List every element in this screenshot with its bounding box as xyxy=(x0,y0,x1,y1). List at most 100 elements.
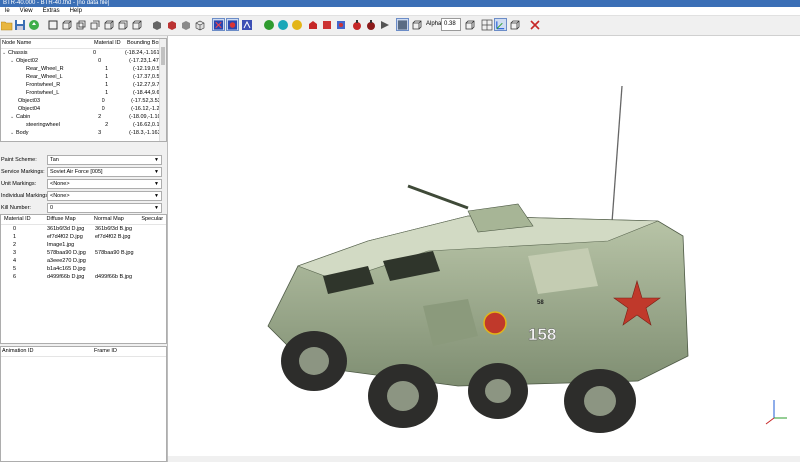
paint-red-icon[interactable] xyxy=(306,18,319,31)
tree-col-material-id[interactable]: Material ID xyxy=(93,39,126,48)
rear-wheel-left xyxy=(468,363,528,419)
refresh-icon[interactable] xyxy=(27,18,40,31)
rear-wheel-right xyxy=(564,369,636,433)
material-row[interactable]: 3 578baa90 D.jpg 578baa90 B.jpg xyxy=(1,249,166,257)
menu-file[interactable]: le xyxy=(0,7,15,15)
tree-row[interactable]: Object04 0 (-16.12,-1.208, xyxy=(1,105,166,113)
unit-markings-row: Unit Markings: <None> ▼ xyxy=(0,178,167,190)
tree-col-node-name[interactable]: Node Name xyxy=(1,39,93,48)
tree-node-material: 1 xyxy=(105,74,109,80)
tree-row[interactable]: Rear_Wheel_L1(-17.37,0.5577, xyxy=(1,73,166,81)
3d-viewport[interactable]: 158 58 xyxy=(168,36,800,462)
view-front-icon[interactable] xyxy=(46,18,59,31)
diffuse-map: d499f66b D.jpg xyxy=(47,274,85,280)
delete-icon[interactable] xyxy=(528,18,541,31)
bomb-red-icon[interactable] xyxy=(350,18,363,31)
paint-blue-icon[interactable] xyxy=(334,18,347,31)
axis-icon[interactable] xyxy=(494,18,507,31)
kill-number-select[interactable]: 0 ▼ xyxy=(47,203,162,213)
view-bottom-icon[interactable] xyxy=(116,18,129,31)
unit-markings-label: Unit Markings: xyxy=(1,181,37,187)
tree-row[interactable]: ⌄ Chassis 0 (-18.24,-1.161, xyxy=(1,49,166,57)
model-render: 158 58 xyxy=(267,85,787,433)
normals-icon[interactable] xyxy=(240,18,253,31)
tree-node-label: steeringwheel xyxy=(26,122,60,128)
save-icon[interactable] xyxy=(13,18,26,31)
anim-col-animation-id[interactable]: Animation ID xyxy=(1,347,93,356)
service-markings-row: Service Markings: Soviet Air Force [005]… xyxy=(0,166,167,178)
service-markings-select[interactable]: Soviet Air Force [005] ▼ xyxy=(47,167,162,177)
tree-row[interactable]: Frontwheel_L1(-18.44,9.685,1 xyxy=(1,89,166,97)
viewport-scrollbar[interactable] xyxy=(168,456,800,462)
cube-dark-icon[interactable] xyxy=(150,18,163,31)
kill-number-row: Kill Number: 0 ▼ xyxy=(0,202,167,214)
tree-node-material: 3 xyxy=(98,130,102,136)
cube-outline-icon[interactable] xyxy=(193,18,206,31)
tree-row[interactable]: ⌄ Body 3 (-18.3,-1.163,1 xyxy=(1,129,166,137)
vehicle-number: 158 xyxy=(528,325,556,344)
animation-table[interactable]: Animation ID Frame ID xyxy=(0,346,167,462)
grid-icon[interactable] xyxy=(480,18,493,31)
individual-markings-select[interactable]: <None> ▼ xyxy=(47,191,162,201)
wireframe-icon[interactable] xyxy=(212,18,225,31)
solid-view-icon[interactable] xyxy=(396,18,409,31)
arrow-icon[interactable] xyxy=(378,18,391,31)
material-row[interactable]: 5 b1a4c165 D.jpg xyxy=(1,265,166,273)
view-left-icon[interactable] xyxy=(74,18,87,31)
paint-redbox-icon[interactable] xyxy=(320,18,333,31)
tree-row[interactable]: ⌄ Object02 0 (-17.23,1.476,1 xyxy=(1,57,166,65)
paint-cyan-icon[interactable] xyxy=(276,18,289,31)
cube-red-icon[interactable] xyxy=(165,18,178,31)
tree-row[interactable]: steeringwheel2(-16.62,0.118,1 xyxy=(1,121,166,129)
menu-view[interactable]: View xyxy=(15,7,38,15)
material-row[interactable]: 0 361b6f3d D.jpg 361b6f3d B.jpg xyxy=(1,225,166,233)
material-row[interactable]: 2 Image1.jpg xyxy=(1,241,166,249)
tree-row[interactable]: Frontwheel_R1(-12.27,9.705,1 xyxy=(1,81,166,89)
texture-icon[interactable] xyxy=(226,18,239,31)
view-top-icon[interactable] xyxy=(102,18,115,31)
tree-node-name: Object03 xyxy=(1,97,102,105)
material-table[interactable]: Material ID Diffuse Map Normal Map Specu… xyxy=(0,214,167,344)
node-tree[interactable]: Node Name Material ID Bounding Box ⌄ Chas… xyxy=(0,38,167,142)
material-row[interactable]: 1 ef7d4f02 D.jpg ef7d4f02 B.jpg xyxy=(1,233,166,241)
tree-node-label: Rear_Wheel_L xyxy=(26,74,63,80)
menu-help[interactable]: Help xyxy=(65,7,87,15)
cube-wire-icon[interactable] xyxy=(410,18,423,31)
anim-col-frame-id[interactable]: Frame ID xyxy=(93,347,164,356)
tree-scroll-thumb[interactable] xyxy=(161,47,165,65)
mat-col-normal[interactable]: Normal Map xyxy=(94,215,141,224)
mat-col-specular[interactable]: Specular xyxy=(141,215,166,224)
tree-row[interactable]: Rear_Wheel_R1(-12.19,0.5672, xyxy=(1,65,166,73)
material-row[interactable]: 6 d499f66b D.jpg d499f66b B.jpg xyxy=(1,273,166,281)
view-iso-icon[interactable] xyxy=(130,18,143,31)
cube-gray-icon[interactable] xyxy=(179,18,192,31)
tree-node-label: Object04 xyxy=(18,106,41,112)
paint-scheme-select[interactable]: Tan ▼ xyxy=(47,155,162,165)
material-id: 1 xyxy=(13,234,17,240)
tree-scrollbar[interactable] xyxy=(159,39,166,141)
mat-col-diffuse[interactable]: Diffuse Map xyxy=(46,215,93,224)
paint-green-icon[interactable] xyxy=(262,18,275,31)
unit-markings-select[interactable]: <None> ▼ xyxy=(47,179,162,189)
normal-map: 361b6f3d B.jpg xyxy=(95,226,133,232)
view-right-icon[interactable] xyxy=(88,18,101,31)
cube-wire-2-icon[interactable] xyxy=(463,18,476,31)
mat-col-id[interactable]: Material ID xyxy=(1,215,46,224)
front-wheel-right xyxy=(368,364,438,428)
tree-row[interactable]: ⌄ Cabin 2 (-18.09,-1.101, xyxy=(1,113,166,121)
tree-node-material: 2 xyxy=(105,122,109,128)
bomb-dark-icon[interactable] xyxy=(364,18,377,31)
tree-node-label: Chassis xyxy=(8,50,28,56)
bounding-box-icon[interactable] xyxy=(508,18,521,31)
alpha-input[interactable]: 0.38 xyxy=(441,18,461,31)
diffuse-map: 361b6f3d D.jpg xyxy=(47,226,85,232)
menu-extras[interactable]: Extras xyxy=(38,7,65,15)
open-folder-icon[interactable] xyxy=(0,18,13,31)
kill-number-value: 0 xyxy=(50,205,54,211)
view-back-icon[interactable] xyxy=(60,18,73,31)
tree-row[interactable]: Object03 0 (-17.52,3.53,13 xyxy=(1,97,166,105)
material-row[interactable]: 4 a3eee270 D.jpg xyxy=(1,257,166,265)
tree-node-material: 1 xyxy=(105,90,109,96)
paint-yellow-icon[interactable] xyxy=(290,18,303,31)
tree-node-name: ⌄ Body xyxy=(1,129,98,137)
